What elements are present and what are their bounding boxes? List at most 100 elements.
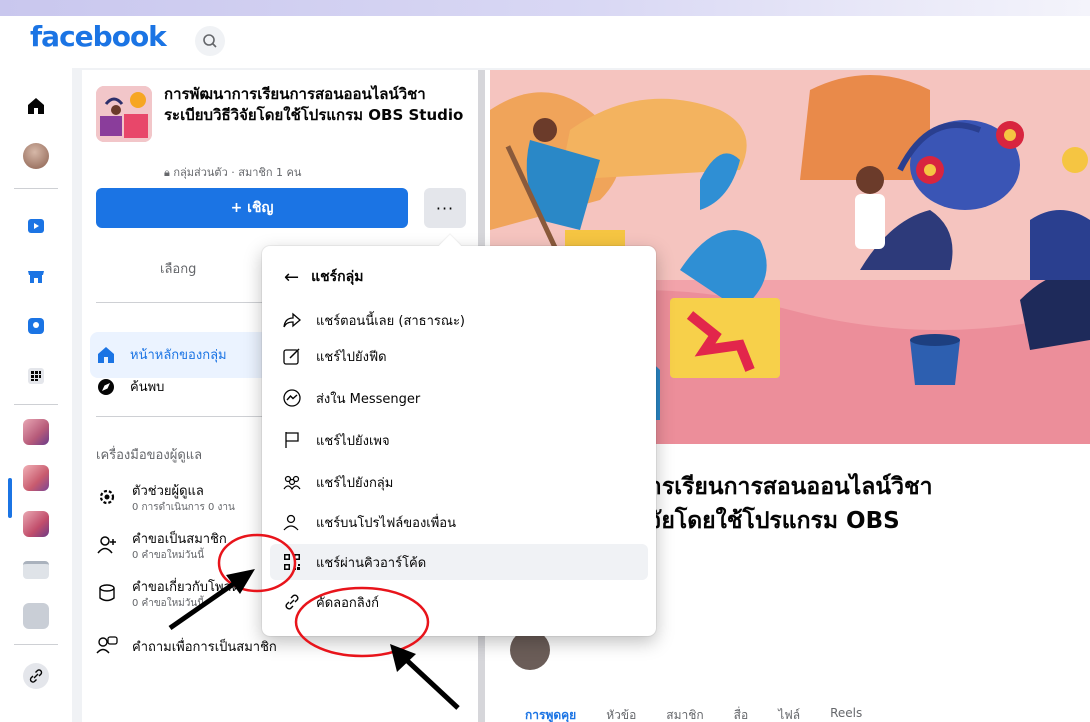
admin-tools-heading: เครื่องมือของผู้ดูแล [96,448,203,463]
tool-title: ตัวช่วยผู้ดูแล [132,484,204,499]
tab-files[interactable]: ไฟล์ [778,706,800,722]
group-shortcut-1[interactable] [18,414,54,450]
group-tabs: การพูดคุย หัวข้อ สมาชิก สื่อ ไฟล์ Reels [525,706,862,722]
group-privacy-meta: 🔒︎ กลุ่มส่วนตัว · สมาชิก 1 คน [164,163,301,181]
menu-item-label: แชร์ไปยังกลุ่ม [316,475,394,491]
friend-profile-icon [282,512,302,532]
menu-item-label: แชร์ตอนนี้เลย (สาธารณะ) [316,313,466,329]
active-indicator [8,478,12,518]
tool-subtitle: 0 คำขอใหม่วันนี้ [132,550,205,561]
share-arrow-icon [282,310,302,330]
rail-separator [14,404,58,405]
group-name[interactable]: การพัฒนาการเรียนการสอนออนไลน์วิชาระเบียบ… [164,84,464,126]
share-via-qr-code[interactable]: แชร์ผ่านคิวอาร์โค้ด [270,544,648,580]
copy-link[interactable]: คัดลอกลิงก์ [270,584,648,620]
share-menu-header: ← แชร์กลุ่ม [284,266,363,288]
tab-members[interactable]: สมาชิก [666,706,703,722]
sidebar-item-label: ค้นพบ [130,380,165,395]
group-thumbnail-icon [23,465,49,491]
group-cover-thumbnail[interactable] [96,86,152,142]
group-thumbnail-icon [23,561,49,579]
lock-icon: 🔒︎ [164,166,174,179]
tab-choose[interactable]: เลือกg [160,258,196,279]
menu-item-label: แชร์ไปยังเพจ [316,433,390,449]
group-title-line-2: วิจัยโดยใช้โปรแกรม OBS [635,508,900,534]
top-gradient-band [0,0,1090,16]
share-menu-title: แชร์กลุ่ม [311,269,364,285]
sidebar-item-discover[interactable]: ค้นพบ [96,376,164,397]
group-thumbnail-icon [23,603,49,629]
search-button[interactable] [195,26,225,56]
link-icon [23,663,49,689]
qr-code-icon [282,552,302,572]
menu-item-label: ส่งใน Messenger [316,391,421,407]
home-icon [96,345,116,365]
watch-shortcut[interactable] [18,208,54,244]
share-to-friend-profile[interactable]: แชร์บนโปรไฟล์ของเพื่อน [270,504,648,540]
group-shortcut-5[interactable] [18,598,54,634]
group-shortcut-4[interactable] [18,552,54,588]
home-icon [28,98,44,114]
tab-reels[interactable]: Reels [830,706,862,722]
more-icon: ··· [435,198,455,218]
compose-icon [282,346,302,366]
left-shortcut-rail [0,68,72,722]
tab-discussion[interactable]: การพูดคุย [525,706,576,722]
home-shortcut[interactable] [18,88,54,124]
search-icon [203,34,217,48]
menu-shortcut[interactable] [18,358,54,394]
tool-title: คำขอเกี่ยวกับโพสต์ [132,580,240,595]
group-shortcut-3[interactable] [18,506,54,542]
invite-button[interactable]: + เชิญ [96,188,408,228]
share-to-feed[interactable]: แชร์ไปยังฟีด [270,338,648,374]
menu-item-label: คัดลอกลิงก์ [316,595,379,611]
menu-item-label: แชร์ผ่านคิวอาร์โค้ด [316,555,427,571]
rail-separator [14,644,58,645]
link-icon [282,592,302,612]
flag-icon [282,430,302,450]
back-arrow-icon[interactable]: ← [284,267,299,288]
add-person-icon [97,536,116,554]
sidebar-item-group-home[interactable]: หน้าหลักของกลุ่ม [96,344,227,365]
more-options-button[interactable]: ··· [424,188,466,228]
tab-topics[interactable]: หัวข้อ [606,706,636,722]
member-avatar[interactable] [510,630,550,670]
group-shortcut-2[interactable] [18,460,54,496]
group-thumbnail-icon [23,419,49,445]
group-title-large: การเรียนการสอนออนไลน์วิชา วิจัยโดยใช้โปร… [635,470,1090,538]
share-to-page[interactable]: แชร์ไปยังเพจ [270,422,648,458]
grid-menu-icon [28,368,44,384]
links-shortcut[interactable] [18,658,54,694]
pending-posts-icon [99,584,115,602]
tool-title: คำขอเป็นสมาชิก [132,532,227,547]
group-meta-text: กลุ่มส่วนตัว · สมาชิก 1 คน [173,166,302,179]
membership-questions-tool[interactable]: คำถามเพื่อการเป็นสมาชิก [96,632,296,662]
send-in-messenger[interactable]: ส่งใน Messenger [270,380,648,416]
facebook-logo[interactable]: facebook [30,20,167,53]
invite-button-label: + เชิญ [230,200,274,216]
group-title-line-1: การเรียนการสอนออนไลน์วิชา [635,474,933,500]
marketplace-shortcut[interactable] [18,258,54,294]
messenger-icon [282,388,302,408]
group-icon [282,472,302,492]
groups-shortcut[interactable] [18,308,54,344]
share-to-group[interactable]: แชร์ไปยังกลุ่ม [270,464,648,500]
tool-title: คำถามเพื่อการเป็นสมาชิก [132,640,277,655]
group-thumbnail-icon [23,511,49,537]
gear-icon [99,489,115,505]
profile-avatar [23,143,49,169]
share-group-menu: ← แชร์กลุ่ม แชร์ตอนนี้เลย (สาธารณะ) แชร์… [262,234,656,636]
discover-icon [96,377,116,397]
group-thumbnail-art [96,86,152,142]
rail-separator [14,188,58,189]
profile-shortcut[interactable] [18,138,54,174]
tool-subtitle: 0 การดำเนินการ 0 งาน [132,502,235,513]
tab-media[interactable]: สื่อ [734,706,749,722]
tool-subtitle: 0 คำขอใหม่วันนี้ [132,598,205,609]
groups-icon [28,318,44,334]
menu-item-label: แชร์ไปยังฟีด [316,349,387,365]
share-now-public[interactable]: แชร์ตอนนี้เลย (สาธารณะ) [270,302,648,338]
video-icon [28,219,44,233]
menu-item-label: แชร์บนโปรไฟล์ของเพื่อน [316,515,456,531]
sidebar-item-label: หน้าหลักของกลุ่ม [130,348,227,363]
